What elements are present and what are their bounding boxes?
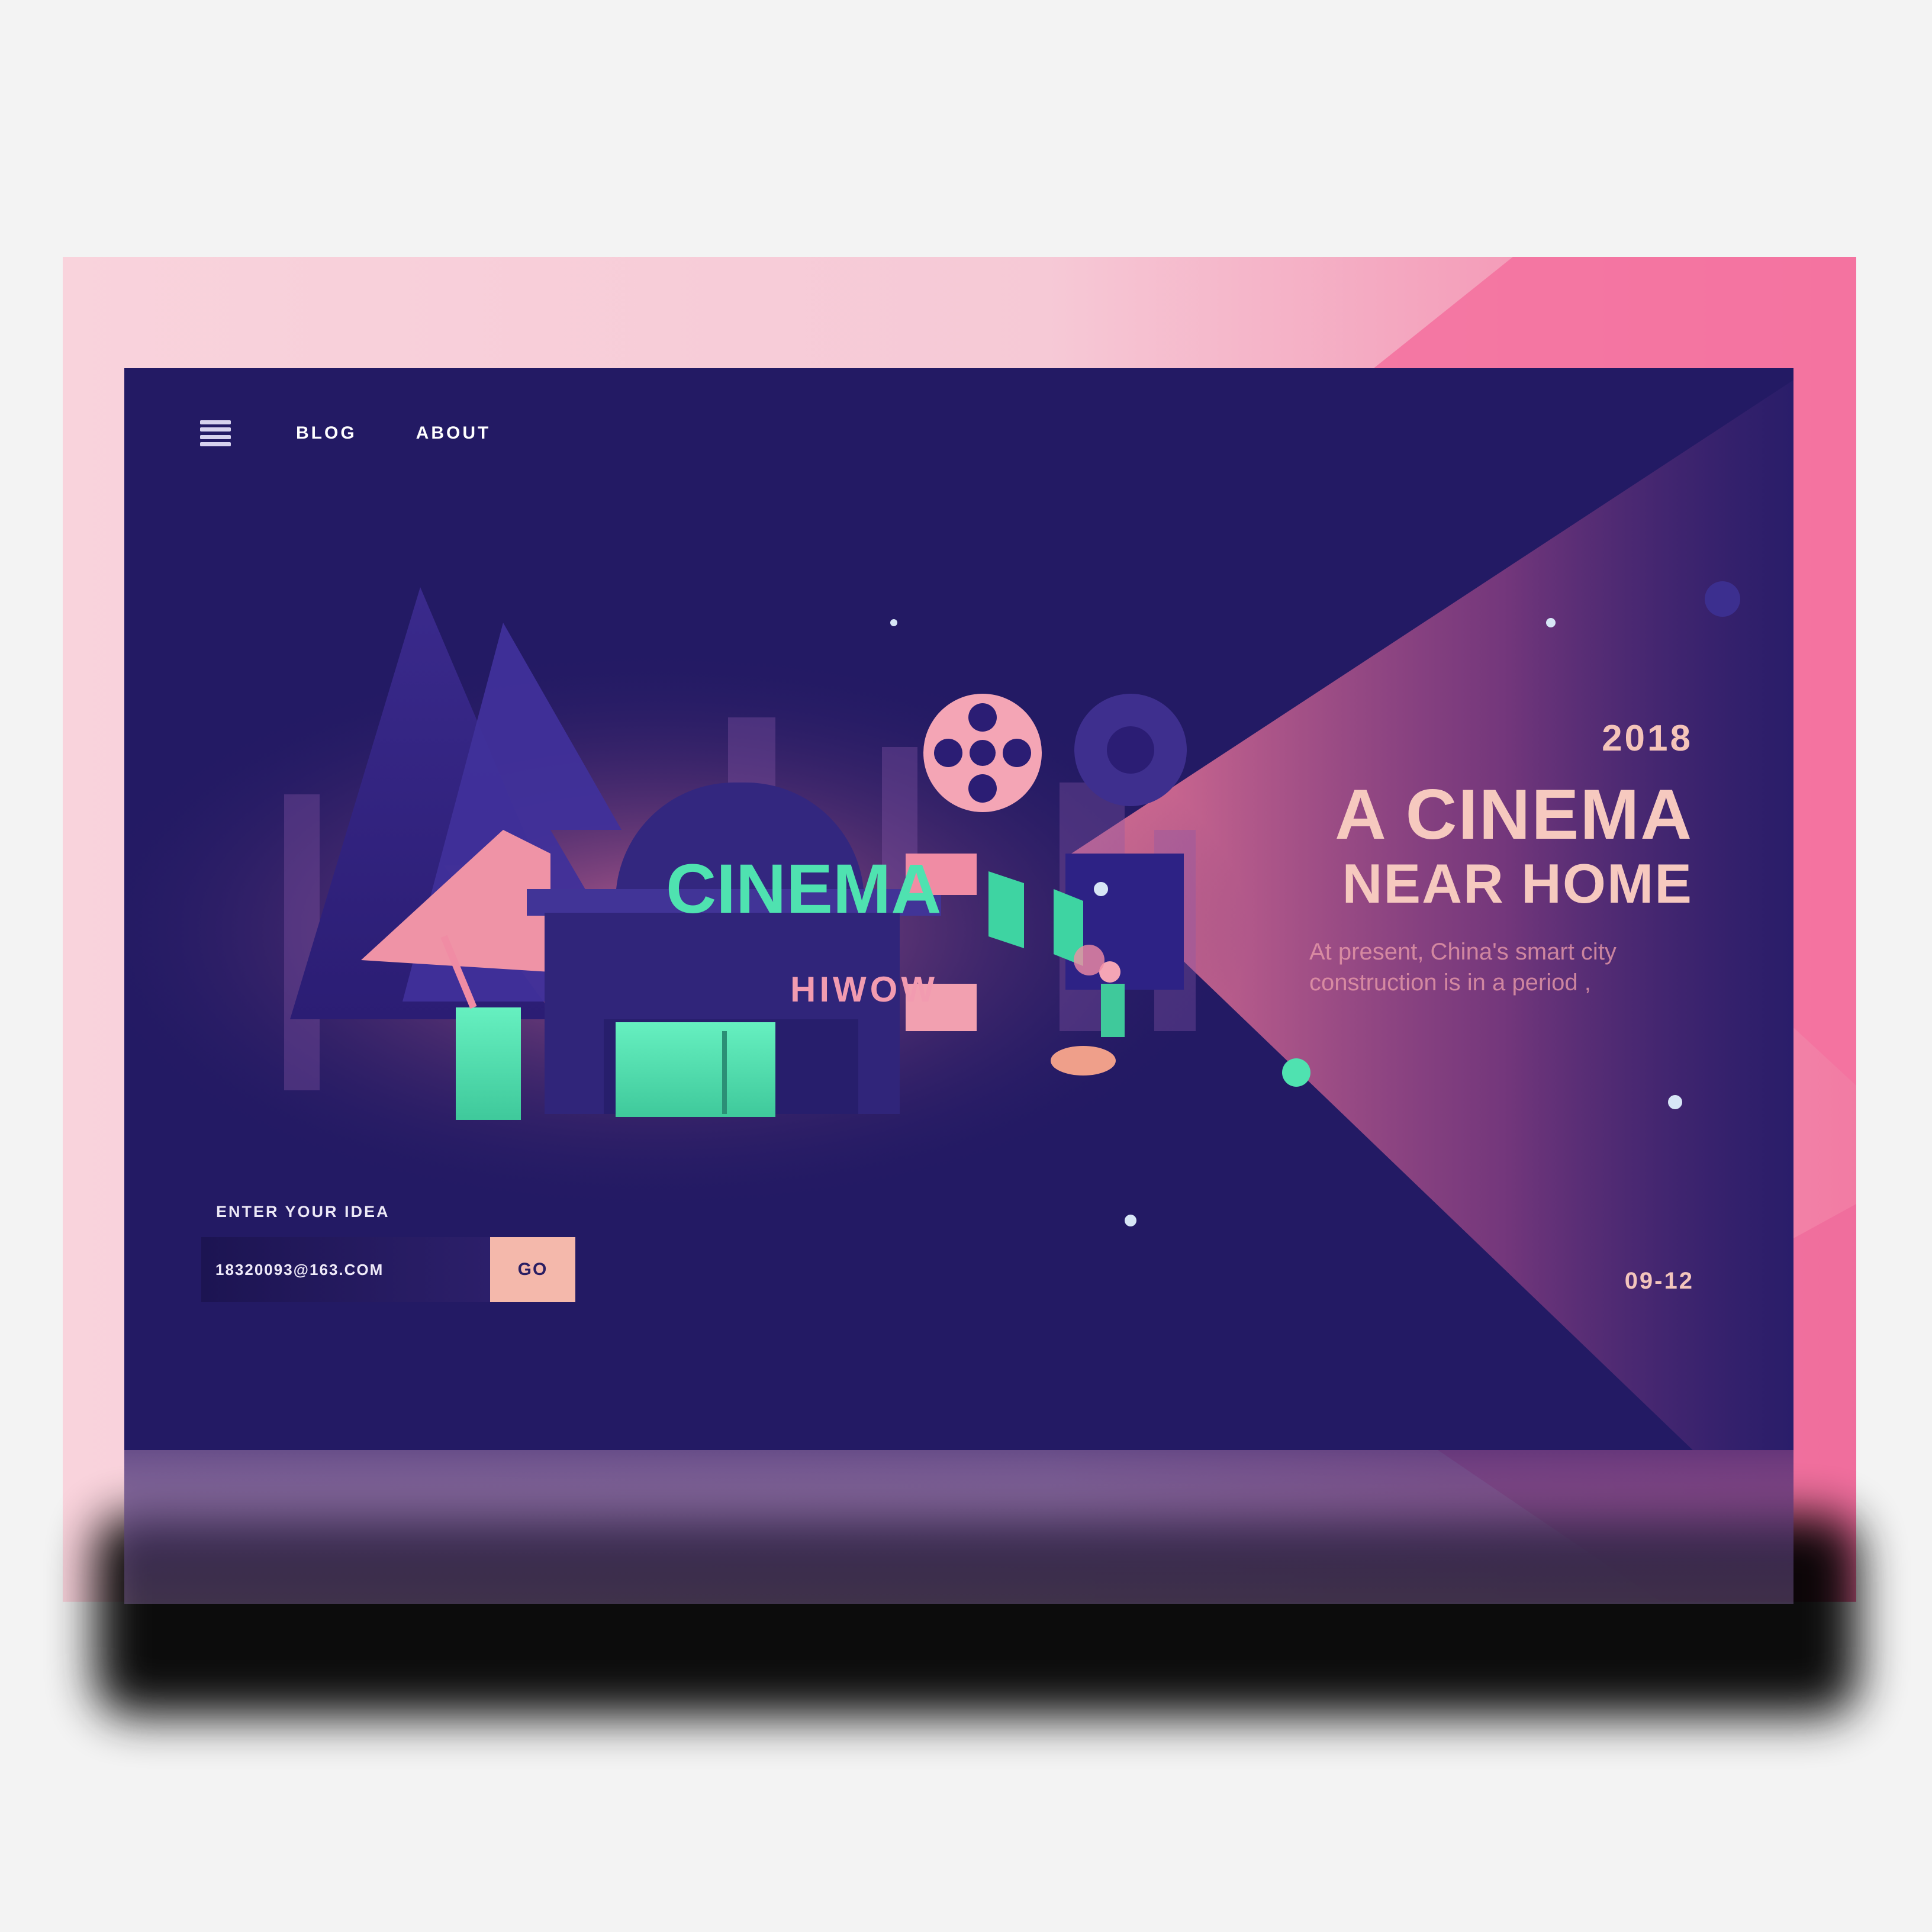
date-label: 09-12	[1624, 1268, 1694, 1294]
screen-reflection	[124, 1450, 1793, 1604]
go-button[interactable]: GO	[490, 1237, 575, 1302]
idea-form: GO	[201, 1237, 575, 1302]
top-navigation: BLOG ABOUT	[200, 420, 491, 446]
nav-link-blog[interactable]: BLOG	[296, 423, 357, 443]
hero-subtitle-line1: At present, China's smart city	[1309, 939, 1617, 965]
nav-link-about[interactable]: ABOUT	[416, 423, 491, 443]
hero-subtitle-line2: construction is in a period ,	[1309, 970, 1591, 996]
hero-title-line2: NEAR HOME	[1342, 852, 1693, 915]
hero-title-line1: A CINEMA	[1335, 775, 1693, 854]
hero-heading-block: 2018 A CINEMA NEAR HOME	[1335, 717, 1693, 916]
hiwow-storefront-sign: HIWOW	[790, 970, 938, 1009]
hamburger-menu-icon[interactable]	[200, 420, 231, 446]
hero-year: 2018	[1602, 718, 1693, 759]
cinema-marquee-sign: CINEMA	[666, 850, 941, 928]
idea-form-label: ENTER YOUR IDEA	[216, 1203, 390, 1221]
hero-subtitle: At present, China's smart city construct…	[1309, 936, 1694, 998]
film-reels	[923, 694, 1187, 990]
landing-page-screen: HIWOW CINEMA BLOG ABOUT 2018 A CINEMA NE…	[124, 368, 1793, 1450]
idea-email-input[interactable]	[201, 1237, 490, 1302]
